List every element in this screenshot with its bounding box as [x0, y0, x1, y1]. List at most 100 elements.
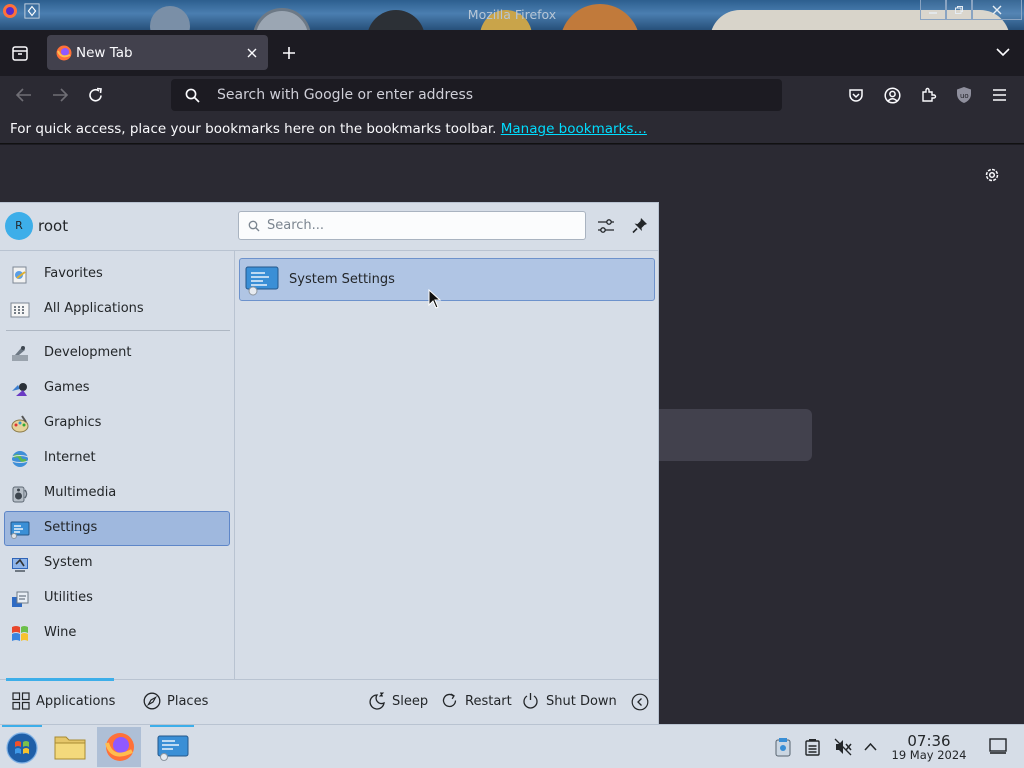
user-name: root	[38, 217, 69, 235]
category-label: Settings	[44, 520, 98, 535]
app-menu-icon[interactable]	[992, 88, 1007, 102]
compass-icon	[143, 692, 161, 710]
category-label: Wine	[44, 625, 77, 640]
category-label: All Applications	[44, 301, 144, 316]
utilities-icon	[12, 591, 29, 607]
pocket-icon[interactable]	[848, 87, 864, 103]
sleep-button[interactable]: Sleep	[369, 689, 429, 713]
back-arrow-icon[interactable]	[15, 87, 33, 103]
active-tab-indicator	[6, 678, 114, 681]
system-settings-icon	[157, 735, 189, 761]
graphics-icon	[11, 415, 29, 433]
places-tab[interactable]: Places	[143, 689, 213, 713]
task-firefox[interactable]	[97, 727, 141, 767]
category-graphics[interactable]: Graphics	[4, 406, 230, 441]
window-titlebar[interactable]: Mozilla Firefox	[0, 0, 1024, 30]
volume-muted-icon[interactable]	[834, 738, 852, 756]
sleep-label: Sleep	[392, 694, 429, 709]
firefox-view-icon[interactable]	[11, 44, 29, 62]
category-label: System	[44, 555, 93, 570]
category-settings[interactable]: Settings	[4, 511, 230, 546]
clock-date[interactable]: 19 May 2024	[886, 748, 972, 762]
gear-icon[interactable]	[983, 166, 1001, 184]
category-internet[interactable]: Internet	[4, 441, 230, 476]
avatar[interactable]: R	[5, 212, 33, 240]
ublock-origin-icon[interactable]: uo	[956, 86, 972, 104]
places-tab-label: Places	[167, 694, 209, 709]
application-launcher: R root Search... Favorites All Applicati…	[0, 202, 659, 724]
sleep-icon	[369, 692, 385, 710]
bookmarks-toolbar-message: For quick access, place your bookmarks h…	[10, 121, 497, 137]
window-title: Mozilla Firefox	[467, 7, 557, 22]
chevron-left-icon[interactable]	[631, 693, 649, 711]
favorites-icon	[12, 266, 27, 284]
application-launcher-button[interactable]	[0, 727, 44, 767]
category-system[interactable]: System	[4, 546, 230, 581]
multimedia-icon	[12, 486, 28, 503]
start-menu-icon	[6, 732, 38, 764]
sidebar-divider	[234, 251, 235, 679]
mouse-pointer-icon	[428, 289, 442, 309]
category-all-applications[interactable]: All Applications	[4, 292, 230, 327]
taskbar: 07:36 19 May 2024	[0, 724, 1024, 768]
forward-arrow-icon[interactable]	[51, 87, 69, 103]
extensions-icon[interactable]	[920, 86, 937, 103]
internet-icon	[10, 451, 30, 467]
restart-button[interactable]: Restart	[441, 689, 512, 713]
restart-icon	[442, 693, 457, 708]
close-tab-icon[interactable]	[246, 47, 258, 59]
category-label: Internet	[44, 450, 96, 465]
shutdown-button[interactable]: Shut Down	[522, 689, 617, 713]
applications-grid-icon	[12, 692, 30, 710]
category-development[interactable]: Development	[4, 336, 230, 371]
tab-new-tab[interactable]: New Tab	[47, 35, 268, 70]
close-icon	[992, 5, 1002, 14]
result-label: System Settings	[289, 272, 395, 287]
category-utilities[interactable]: Utilities	[4, 581, 230, 616]
search-input[interactable]: Search...	[238, 211, 586, 240]
configure-icon[interactable]	[597, 217, 615, 235]
games-icon	[12, 383, 27, 396]
restart-label: Restart	[465, 694, 512, 709]
system-icon	[12, 558, 28, 572]
new-tab-icon[interactable]	[282, 46, 296, 60]
applications-tab-label: Applications	[36, 694, 116, 709]
address-bar[interactable]: Search with Google or enter address	[171, 79, 782, 111]
close-window-button[interactable]	[972, 0, 1022, 20]
task-system-settings[interactable]	[150, 727, 194, 767]
pin-icon[interactable]	[632, 217, 648, 234]
bookmarks-toolbar: For quick access, place your bookmarks h…	[0, 114, 1024, 144]
category-multimedia[interactable]: Multimedia	[4, 476, 230, 511]
task-file-manager[interactable]	[48, 727, 92, 767]
list-all-tabs-icon[interactable]	[996, 47, 1010, 57]
maximize-button[interactable]	[946, 0, 972, 20]
klipper-clipboard-icon[interactable]	[775, 737, 791, 757]
system-settings-icon	[245, 266, 279, 296]
manage-bookmarks-link[interactable]: Manage bookmarks…	[501, 121, 647, 137]
minimize-button[interactable]	[920, 0, 946, 20]
show-desktop-icon[interactable]	[989, 738, 1007, 755]
tab-title: New Tab	[76, 45, 133, 61]
category-games[interactable]: Games	[4, 371, 230, 406]
category-label: Games	[44, 380, 90, 395]
all-applications-icon	[10, 302, 30, 318]
svg-text:uo: uo	[960, 92, 969, 100]
wine-icon	[12, 626, 28, 641]
category-label: Development	[44, 345, 132, 360]
search-icon	[185, 88, 200, 103]
category-wine[interactable]: Wine	[4, 616, 230, 651]
shutdown-label: Shut Down	[546, 694, 617, 709]
settings-icon	[10, 521, 30, 539]
reload-icon[interactable]	[87, 87, 104, 104]
new-tab-card	[640, 409, 812, 461]
result-system-settings[interactable]: System Settings	[239, 258, 655, 301]
chevron-up-icon[interactable]	[864, 742, 877, 751]
category-favorites[interactable]: Favorites	[4, 257, 230, 292]
power-icon	[523, 693, 538, 709]
account-icon[interactable]	[884, 87, 901, 104]
applications-tab[interactable]: Applications	[12, 689, 116, 713]
battery-icon[interactable]	[805, 738, 820, 756]
search-placeholder: Search...	[267, 218, 325, 233]
search-icon	[248, 220, 260, 232]
restore-icon	[955, 5, 963, 14]
